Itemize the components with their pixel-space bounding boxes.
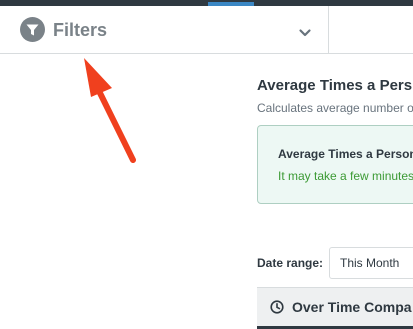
filters-bar: Filters <box>0 6 413 54</box>
chevron-down-icon[interactable] <box>298 25 312 37</box>
date-range-select[interactable]: This Month <box>329 247 413 279</box>
panel-title: Over Time Compa <box>292 299 412 315</box>
filters-bar-right-cell <box>329 6 413 53</box>
notice-title: Average Times a Person <box>278 147 413 161</box>
info-notice: Average Times a Person It may take a few… <box>257 125 413 204</box>
report-description: Calculates average number o <box>257 101 413 115</box>
filters-toggle[interactable]: Filters <box>0 6 329 53</box>
report-title: Average Times a Pers <box>257 77 413 94</box>
filters-label: Filters <box>53 20 108 40</box>
clock-icon <box>270 300 284 314</box>
app-window: Filters Average Times a Pers Calculates … <box>0 0 413 329</box>
date-range-label: Date range: <box>257 256 324 270</box>
over-time-panel-header[interactable]: Over Time Compa <box>257 287 413 329</box>
notice-text: It may take a few minutes <box>278 169 413 183</box>
filter-icon <box>20 17 45 42</box>
date-range-value: This Month <box>340 256 400 270</box>
red-arrow-annotation <box>84 58 136 163</box>
